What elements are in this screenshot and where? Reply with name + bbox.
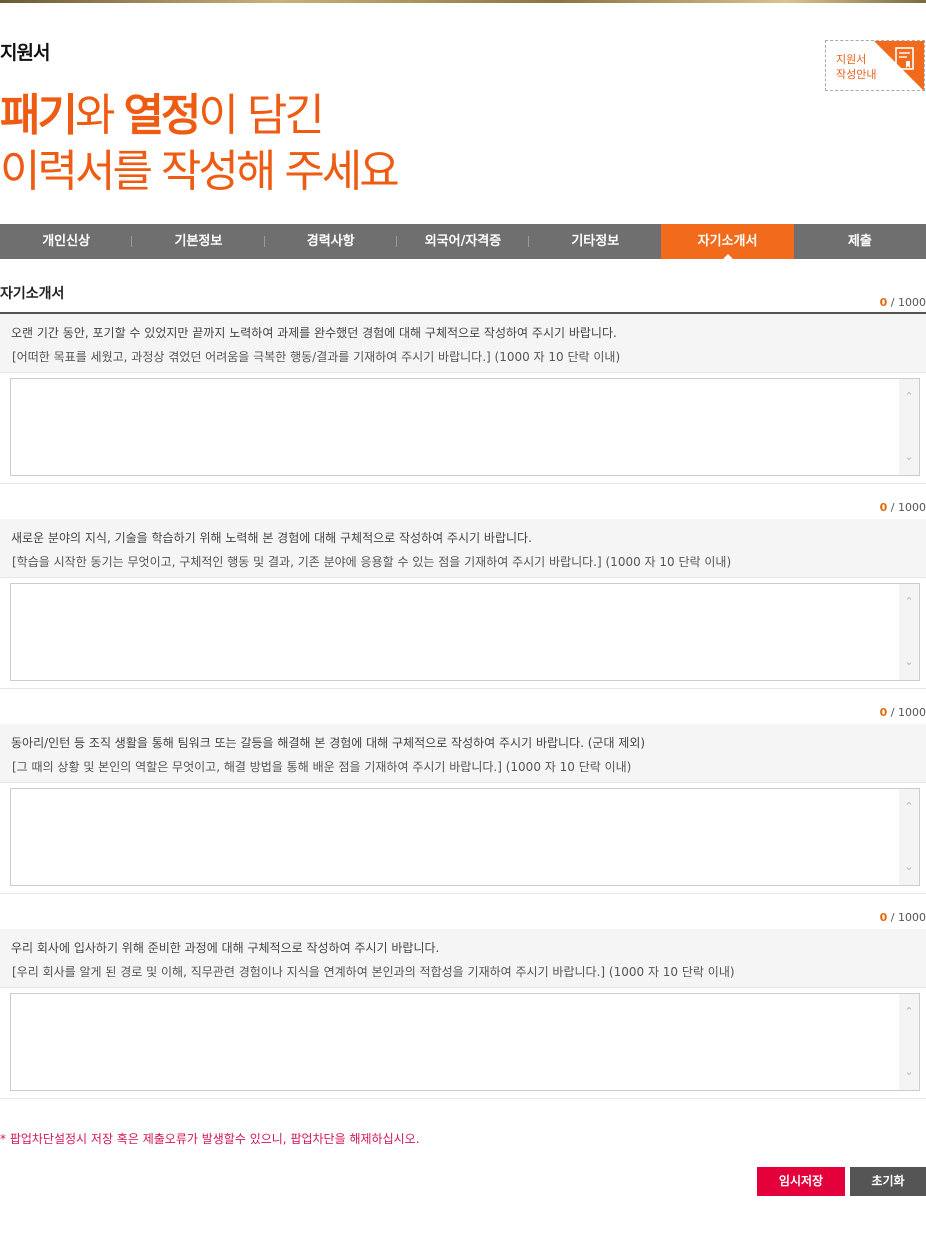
top-decor-strip (0, 0, 926, 3)
question-guide: [학습을 시작한 동기는 무엇이고, 구체적인 행동 및 결과, 기존 분야에 … (12, 555, 732, 569)
question-guide: [어떠한 목표를 세웠고, 과정상 겪었던 어려움을 극복한 행동/결과를 기재… (12, 350, 621, 364)
tab-submit[interactable]: 제출 (794, 224, 926, 259)
answer-area: ⌃ ⌄ (0, 578, 926, 689)
scrollbar[interactable]: ⌃ ⌄ (899, 994, 919, 1090)
tab-label: 개인신상 (42, 234, 91, 249)
tab-label: 경력사항 (306, 234, 355, 249)
guide-label: 지원서 작성안내 (836, 52, 876, 82)
guide-label-line-1: 지원서 (836, 53, 867, 66)
chevron-up-icon[interactable]: ⌃ (899, 797, 919, 817)
tab-label: 자기소개서 (697, 234, 758, 249)
question-block: 동아리/인턴 등 조직 생활을 통해 팀워크 또는 갈등을 해결해 본 경험에 … (0, 724, 926, 894)
question-header: 우리 회사에 입사하기 위해 준비한 과정에 대해 구체적으로 작성하여 주시기… (0, 929, 926, 988)
char-max: / 1000 (890, 706, 926, 719)
answer-area: ⌃ ⌄ (0, 783, 926, 894)
scrollbar[interactable]: ⌃ ⌄ (899, 379, 919, 475)
scrollbar[interactable]: ⌃ ⌄ (899, 789, 919, 885)
chevron-up-icon[interactable]: ⌃ (899, 387, 919, 407)
char-count: 0 (879, 501, 888, 514)
answer-textarea[interactable] (10, 583, 920, 681)
answer-textarea[interactable] (10, 378, 920, 476)
tab-other-info[interactable]: 기타정보 (529, 224, 661, 259)
chevron-up-icon[interactable]: ⌃ (899, 592, 919, 612)
char-count: 0 (879, 911, 888, 924)
tab-label: 외국어/자격증 (424, 234, 502, 249)
page-title: 지원서 (0, 42, 50, 64)
question-block: 우리 회사에 입사하기 위해 준비한 과정에 대해 구체적으로 작성하여 주시기… (0, 929, 926, 1099)
char-max: / 1000 (890, 911, 926, 924)
reset-button[interactable]: 초기화 (850, 1167, 926, 1196)
tab-basic-info[interactable]: 기본정보 (132, 224, 265, 259)
char-counter: 0 / 1000 (880, 911, 926, 924)
section-title: 자기소개서 (0, 286, 65, 302)
slogan-line-2: 이력서를 작성해 주세요 (0, 146, 400, 197)
scrollbar[interactable]: ⌃ ⌄ (899, 584, 919, 680)
tab-bar: 개인신상 기본정보 경력사항 외국어/자격증 기타정보 자기소개서 제출 (0, 224, 926, 259)
chevron-down-icon[interactable]: ⌄ (899, 857, 919, 877)
popup-block-notice: * 팝업차단설정시 저장 혹은 제출오류가 발생할수 있으니, 팝업차단을 해제… (0, 1132, 420, 1146)
char-count: 0 (879, 706, 888, 719)
slogan-line-1: 패기와 열정이 담긴 (0, 88, 397, 144)
slogan-keyword-1: 패기 (0, 90, 78, 141)
question-text: 오랜 기간 동안, 포기할 수 있었지만 끝까지 노력하여 과제를 완수했던 경… (11, 326, 617, 340)
char-counter: 0 / 1000 (880, 501, 926, 514)
tab-personal-info[interactable]: 개인신상 (0, 224, 133, 259)
application-guide-button[interactable]: 지원서 작성안내 (825, 40, 925, 91)
question-guide: [그 때의 상황 및 본인의 역할은 무엇이고, 해결 방법을 통해 배운 점을… (12, 760, 632, 774)
question-header: 오랜 기간 동안, 포기할 수 있었지만 끝까지 노력하여 과제를 완수했던 경… (0, 314, 926, 373)
question-block: 오랜 기간 동안, 포기할 수 있었지만 끝까지 노력하여 과제를 완수했던 경… (0, 314, 926, 484)
question-block: 새로운 분야의 지식, 기술을 학습하기 위해 노력해 본 경험에 대해 구체적… (0, 519, 926, 689)
slogan-text: 와 (74, 90, 124, 141)
answer-area: ⌃ ⌄ (0, 988, 926, 1099)
tab-label: 기본정보 (174, 234, 223, 249)
question-text: 우리 회사에 입사하기 위해 준비한 과정에 대해 구체적으로 작성하여 주시기… (11, 941, 440, 955)
char-max: / 1000 (890, 296, 926, 309)
char-counter: 0 / 1000 (880, 296, 926, 309)
question-header: 새로운 분야의 지식, 기술을 학습하기 위해 노력해 본 경험에 대해 구체적… (0, 519, 926, 578)
question-guide: [우리 회사를 알게 된 경로 및 이해, 직무관련 경험이나 지식을 연계하여… (12, 965, 735, 979)
tab-career[interactable]: 경력사항 (265, 224, 397, 259)
chevron-up-icon[interactable]: ⌃ (899, 1002, 919, 1022)
char-counter: 0 / 1000 (880, 706, 926, 719)
chevron-down-icon[interactable]: ⌄ (899, 652, 919, 672)
slogan-text: 이 담긴 (198, 90, 324, 141)
question-text: 동아리/인턴 등 조직 생활을 통해 팀워크 또는 갈등을 해결해 본 경험에 … (11, 736, 646, 750)
answer-textarea[interactable] (10, 788, 920, 886)
temp-save-button[interactable]: 임시저장 (757, 1167, 845, 1196)
tab-label: 제출 (847, 234, 872, 249)
char-count: 0 (879, 296, 888, 309)
slogan: 패기와 열정이 담긴 이력서를 작성해 주세요 (0, 88, 400, 200)
char-max: / 1000 (890, 501, 926, 514)
answer-area: ⌃ ⌄ (0, 373, 926, 484)
question-header: 동아리/인턴 등 조직 생활을 통해 팀워크 또는 갈등을 해결해 본 경험에 … (0, 724, 926, 783)
guide-label-line-2: 작성안내 (836, 68, 877, 81)
answer-textarea[interactable] (10, 993, 920, 1091)
chevron-down-icon[interactable]: ⌄ (899, 447, 919, 467)
tab-label: 기타정보 (571, 234, 620, 249)
chevron-down-icon[interactable]: ⌄ (899, 1062, 919, 1082)
tab-self-introduction[interactable]: 자기소개서 (661, 224, 794, 259)
slogan-keyword-2: 열정 (123, 90, 201, 141)
book-icon (895, 47, 914, 70)
tab-language-certificate[interactable]: 외국어/자격증 (397, 224, 530, 259)
question-text: 새로운 분야의 지식, 기술을 학습하기 위해 노력해 본 경험에 대해 구체적… (11, 531, 532, 545)
